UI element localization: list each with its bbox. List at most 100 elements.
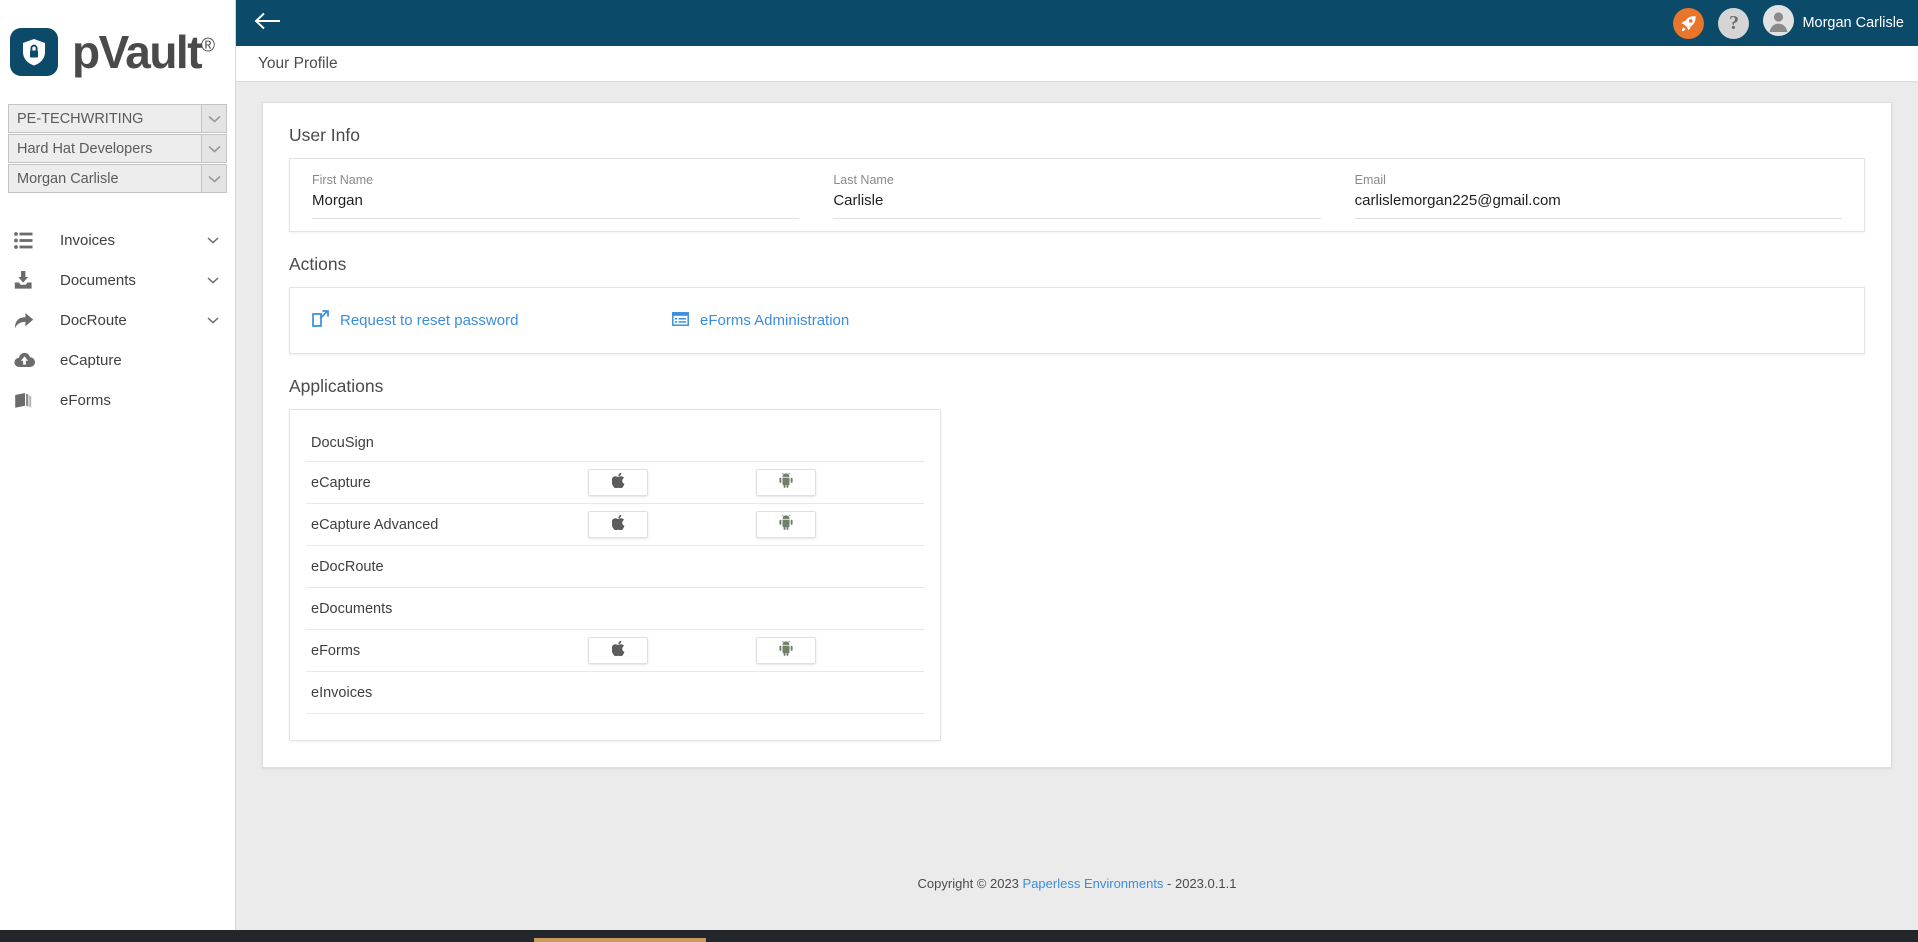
table-row: eCapture Advanced	[306, 504, 924, 546]
back-button[interactable]	[254, 12, 281, 35]
rocket-icon[interactable]	[1673, 7, 1705, 39]
apple-icon	[611, 640, 625, 661]
taskbar-active-item[interactable]	[534, 938, 706, 942]
sidebar-item-invoices[interactable]: Invoices	[0, 220, 235, 260]
help-question-icon[interactable]: ?	[1718, 7, 1750, 39]
chevron-down-icon[interactable]	[201, 165, 226, 192]
first-name-field-group: First Name	[312, 173, 800, 227]
action-label: eForms Administration	[700, 312, 850, 329]
select-user[interactable]: Morgan Carlisle	[8, 164, 227, 193]
chevron-down-icon[interactable]	[201, 135, 226, 162]
copyright-prefix: Copyright © 2023	[917, 875, 1023, 891]
apple-store-button[interactable]	[588, 469, 649, 496]
user-info-title: User Info	[289, 125, 360, 145]
select-group-value: Hard Hat Developers	[17, 140, 153, 157]
request-reset-password-link[interactable]: Request to reset password	[312, 310, 672, 331]
brand-logo[interactable]: pVault®	[0, 0, 235, 104]
cloud-upload-icon	[14, 352, 48, 368]
application-name: eCapture Advanced	[311, 516, 439, 533]
sidebar-item-eforms[interactable]: eForms	[0, 380, 235, 420]
forward-arrow-icon	[14, 312, 48, 329]
eforms-administration-link[interactable]: eForms Administration	[672, 310, 849, 331]
application-name: eForms	[311, 642, 361, 659]
version-text: - 2023.0.1.1	[1163, 875, 1237, 891]
application-name: eInvoices	[311, 684, 373, 701]
chevron-down-icon[interactable]	[201, 105, 226, 132]
table-row: eForms	[306, 630, 924, 672]
android-icon	[779, 514, 793, 535]
android-store-button[interactable]	[756, 511, 817, 538]
actions-title: Actions	[289, 254, 347, 274]
apple-icon	[611, 472, 625, 493]
sidebar: pVault® PE-TECHWRITING Hard Hat Develope…	[0, 0, 236, 930]
apple-slot	[588, 511, 756, 538]
table-row: eDocuments	[306, 588, 924, 630]
table-row: eDocRoute	[306, 546, 924, 588]
first-name-label: First Name	[312, 173, 374, 187]
apple-icon	[611, 514, 625, 535]
content-scroll-area[interactable]: User Info First Name Last Name Email	[236, 82, 1918, 836]
chevron-down-icon[interactable]	[205, 236, 221, 244]
applications-title: Applications	[289, 376, 384, 396]
action-label: Request to reset password	[340, 312, 519, 329]
sidebar-item-label: DocRoute	[60, 311, 127, 329]
first-name-input[interactable]	[312, 192, 800, 219]
apple-slot	[588, 637, 756, 664]
form-list-icon	[672, 311, 689, 330]
last-name-input[interactable]	[833, 192, 1321, 219]
chevron-down-icon[interactable]	[205, 276, 221, 284]
table-row: eCapture	[306, 462, 924, 504]
apple-store-button[interactable]	[588, 511, 649, 538]
android-slot	[756, 511, 924, 538]
sidebar-item-documents[interactable]: Documents	[0, 260, 235, 300]
last-name-label: Last Name	[833, 173, 894, 187]
shield-lock-icon	[10, 28, 58, 76]
company-link[interactable]: Paperless Environments	[1023, 876, 1164, 891]
sidebar-item-label: Invoices	[60, 231, 116, 249]
email-input[interactable]	[1354, 192, 1842, 219]
android-slot	[756, 637, 924, 664]
application-name: eCapture	[311, 474, 371, 491]
actions-panel: Request to reset password eForms Adminis…	[289, 287, 1865, 354]
application-name: DocuSign	[311, 435, 374, 451]
brand-registered-mark: ®	[201, 35, 216, 57]
inbox-download-icon	[14, 271, 48, 289]
android-icon	[779, 640, 793, 661]
sidebar-item-label: eCapture	[60, 351, 122, 369]
applications-panel: DocuSign eCapture eCapture Advanced eDoc…	[289, 409, 941, 741]
email-label: Email	[1354, 173, 1386, 187]
profile-card: User Info First Name Last Name Email	[262, 102, 1892, 768]
android-store-button[interactable]	[756, 637, 817, 664]
list-icon	[14, 231, 48, 249]
chevron-down-icon[interactable]	[205, 316, 221, 324]
select-user-value: Morgan Carlisle	[17, 170, 119, 187]
body-row: pVault® PE-TECHWRITING Hard Hat Develope…	[0, 0, 1918, 930]
brand-name-text: pVault	[72, 26, 203, 78]
email-field-group: Email	[1354, 173, 1842, 227]
select-group[interactable]: Hard Hat Developers	[8, 134, 227, 163]
apple-slot	[588, 469, 756, 496]
sidebar-item-ecapture[interactable]: eCapture	[0, 340, 235, 380]
user-menu[interactable]: Morgan Carlisle	[1763, 5, 1904, 41]
android-store-button[interactable]	[756, 469, 817, 496]
copyright-text: Copyright © 2023 Paperless Environments …	[918, 876, 1237, 891]
select-company[interactable]: PE-TECHWRITING	[8, 104, 227, 133]
table-row: eInvoices	[306, 672, 924, 714]
topbar-actions: ? Morgan Carlisle	[1673, 5, 1904, 41]
select-company-value: PE-TECHWRITING	[17, 110, 144, 127]
external-link-icon	[312, 310, 329, 331]
help-label: ?	[1728, 11, 1739, 34]
page-title: Your Profile	[258, 54, 338, 72]
top-bar: ? Morgan Carlisle	[236, 0, 1918, 46]
os-taskbar	[0, 930, 1918, 942]
arrow-left-icon	[254, 12, 281, 35]
sidebar-item-docroute[interactable]: DocRoute	[0, 300, 235, 340]
table-row: DocuSign	[306, 410, 924, 462]
user-info-panel: First Name Last Name Email	[289, 158, 1865, 232]
application-name: eDocRoute	[311, 558, 384, 575]
footer: Copyright © 2023 Paperless Environments …	[236, 836, 1918, 930]
application-name: eDocuments	[311, 600, 393, 617]
main-area: ? Morgan Carlisle Your Profile User Info…	[236, 0, 1918, 930]
user-name-label: Morgan Carlisle	[1802, 15, 1904, 31]
apple-store-button[interactable]	[588, 637, 649, 664]
